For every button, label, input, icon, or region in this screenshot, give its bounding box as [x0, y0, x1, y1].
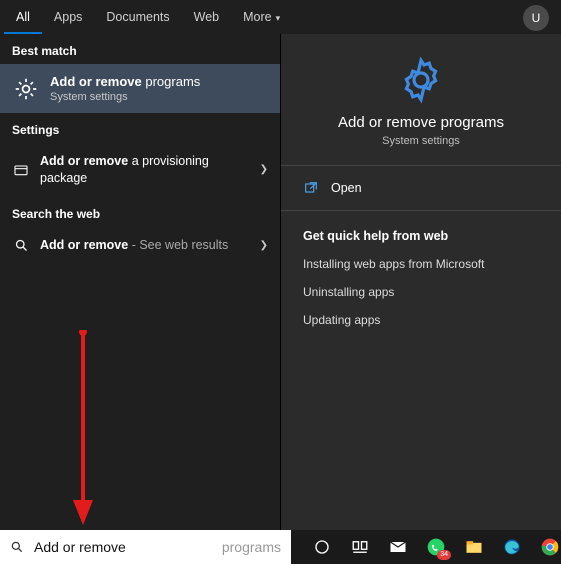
- tab-all[interactable]: All: [4, 0, 42, 34]
- open-icon: [303, 180, 319, 196]
- tab-apps[interactable]: Apps: [42, 0, 95, 34]
- mail-icon[interactable]: [387, 536, 409, 558]
- chevron-right-icon: ❯: [260, 164, 268, 175]
- preview-pane: Add or remove programs System settings O…: [281, 34, 561, 530]
- web-result[interactable]: Add or remove - See web results ❯: [0, 227, 280, 264]
- tab-documents[interactable]: Documents: [94, 0, 181, 34]
- best-match-result[interactable]: Add or remove programs System settings: [0, 64, 280, 113]
- gear-icon: [12, 75, 40, 103]
- best-match-subtitle: System settings: [50, 91, 200, 103]
- package-icon: [12, 162, 30, 178]
- results-pane: Best match Add or remove programs System…: [0, 34, 281, 530]
- help-link-updating[interactable]: Updating apps: [303, 313, 539, 327]
- gear-icon: [397, 56, 445, 104]
- preview-subtitle: System settings: [382, 135, 460, 147]
- setting-provisioning-package[interactable]: Add or remove a provisioning package ❯: [0, 143, 280, 197]
- chevron-down-icon: ▾: [276, 13, 281, 23]
- settings-header: Settings: [0, 113, 280, 143]
- taskbar-search[interactable]: programs: [0, 530, 291, 564]
- help-link-installing[interactable]: Installing web apps from Microsoft: [303, 257, 539, 271]
- file-explorer-icon[interactable]: [463, 536, 485, 558]
- search-icon: [12, 238, 30, 253]
- search-input[interactable]: [32, 538, 220, 556]
- tab-web[interactable]: Web: [182, 0, 231, 34]
- search-web-header: Search the web: [0, 197, 280, 227]
- quick-help-header: Get quick help from web: [303, 229, 539, 243]
- search-suggestion: programs: [222, 539, 281, 555]
- help-link-uninstalling[interactable]: Uninstalling apps: [303, 285, 539, 299]
- setting-label: Add or remove a provisioning package: [40, 153, 250, 187]
- chevron-right-icon: ❯: [260, 240, 268, 251]
- open-action[interactable]: Open: [281, 166, 561, 210]
- open-label: Open: [331, 181, 362, 195]
- best-match-title: Add or remove programs: [50, 74, 200, 89]
- tab-more[interactable]: More▾: [231, 0, 292, 34]
- search-tabs: All Apps Documents Web More▾ U: [0, 0, 561, 34]
- web-result-label: Add or remove - See web results: [40, 237, 250, 254]
- task-view-icon[interactable]: [349, 536, 371, 558]
- preview-title: Add or remove programs: [338, 114, 504, 131]
- whatsapp-icon[interactable]: 34: [425, 536, 447, 558]
- cortana-icon[interactable]: [311, 536, 333, 558]
- notification-badge: 34: [437, 550, 451, 560]
- user-avatar[interactable]: U: [523, 5, 549, 31]
- edge-icon[interactable]: [501, 536, 523, 558]
- search-icon: [10, 540, 24, 554]
- best-match-header: Best match: [0, 34, 280, 64]
- chrome-icon[interactable]: [539, 536, 561, 558]
- taskbar: programs 34: [0, 530, 561, 564]
